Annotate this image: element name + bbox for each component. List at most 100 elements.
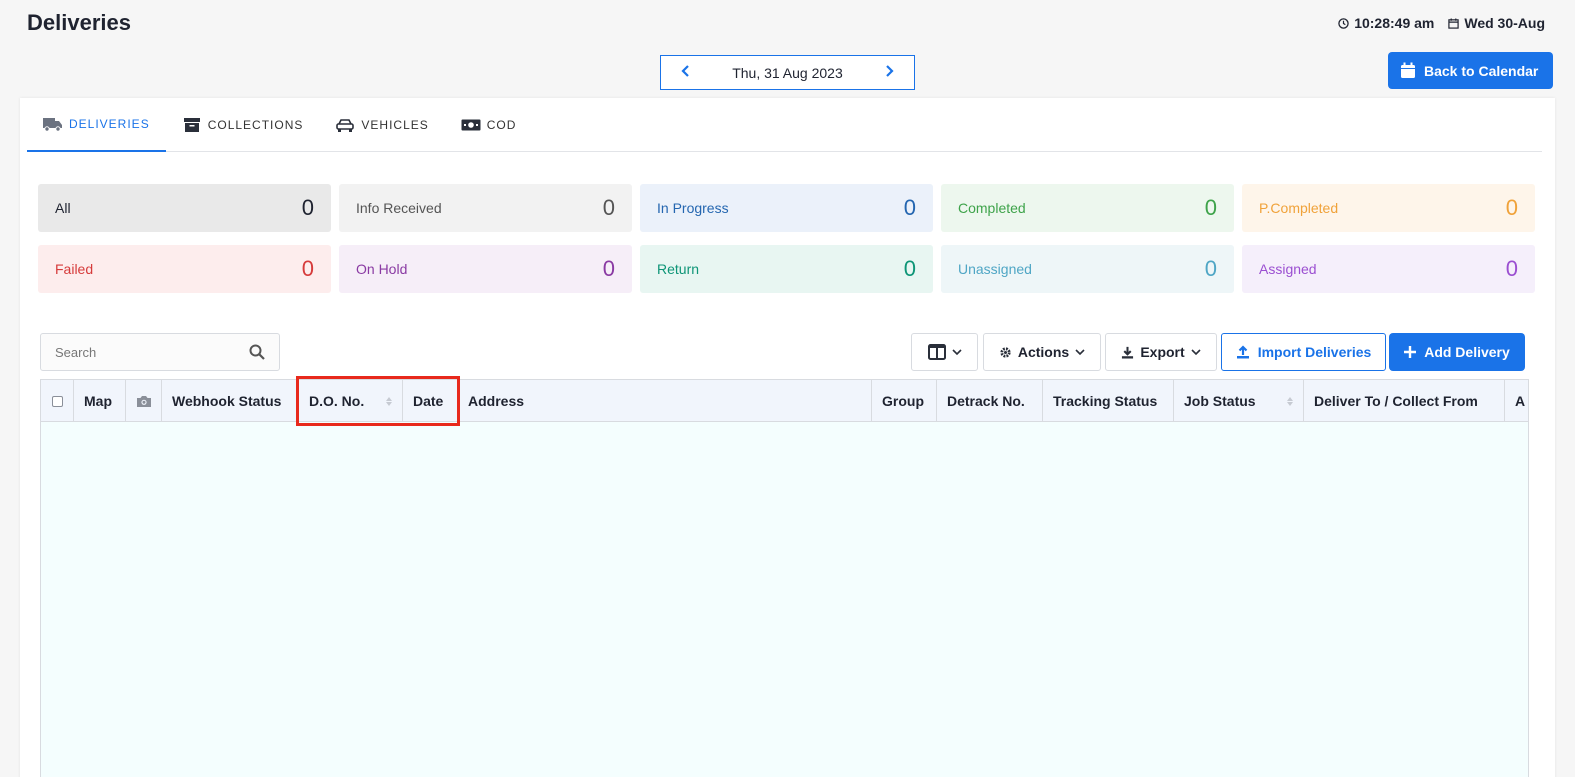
column-label: Tracking Status [1053,393,1158,409]
status-label: Info Received [356,200,442,216]
column-label: Date [413,393,444,409]
camera-icon [136,395,151,407]
status-card-assigned[interactable]: Assigned 0 [1242,245,1535,293]
add-delivery-label: Add Delivery [1424,344,1510,360]
prev-day-button[interactable] [679,64,693,82]
export-label: Export [1140,344,1185,360]
column-header-group[interactable]: Group [872,380,937,422]
column-header-detrack-no[interactable]: Detrack No. [937,380,1043,422]
tab-label: COLLECTIONS [207,118,304,132]
column-header-webhook-status[interactable]: Webhook Status [162,380,299,422]
status-summary: All 0 Info Received 0 In Progress 0 Completed 0… [38,184,1535,293]
time-display: 10:28:49 am [1338,15,1434,31]
column-header-date[interactable]: Date [403,380,458,422]
status-card-all[interactable]: All 0 [38,184,331,232]
download-icon [1122,346,1134,359]
chevron-down-icon [1191,349,1201,356]
calendar-icon [1401,62,1415,78]
status-card-failed[interactable]: Failed 0 [38,245,331,293]
status-count: 0 [903,195,916,220]
column-label: Map [84,393,112,409]
column-header-map[interactable]: Map [74,380,126,422]
select-all-checkbox[interactable] [41,380,74,422]
status-count: 0 [602,195,615,220]
next-day-button[interactable] [882,64,896,82]
tab-collections[interactable]: COLLECTIONS [166,98,320,152]
chevron-down-icon [951,349,962,356]
status-card-on-hold[interactable]: On Hold 0 [339,245,632,293]
tab-label: VEHICLES [361,118,429,132]
status-label: In Progress [657,200,729,216]
column-label: Detrack No. [947,393,1025,409]
main-panel: DELIVERIES COLLECTIONS VEHICLES COD All 0… [20,98,1555,777]
car-icon [336,119,355,132]
status-label: Failed [55,261,94,277]
actions-button[interactable]: Actions [983,333,1101,371]
status-card-completed[interactable]: Completed 0 [941,184,1234,232]
clock-icon [1338,17,1349,29]
column-header-photo[interactable] [126,380,162,422]
export-button[interactable]: Export [1105,333,1217,371]
archive-icon [183,118,200,132]
status-label: P.Completed [1259,200,1339,216]
status-count: 0 [1505,256,1518,281]
status-label: All [55,200,71,216]
selected-date[interactable]: Thu, 31 Aug 2023 [732,65,843,81]
search-input[interactable] [55,344,225,360]
status-label: Assigned [1259,261,1317,277]
plus-icon [1404,346,1417,358]
time-text: 10:28:49 am [1354,15,1435,31]
status-card-p-completed[interactable]: P.Completed 0 [1242,184,1535,232]
tab-cod[interactable]: COD [445,98,533,152]
tab-deliveries[interactable]: DELIVERIES [27,98,166,152]
status-card-unassigned[interactable]: Unassigned 0 [941,245,1234,293]
import-deliveries-button[interactable]: Import Deliveries [1221,333,1386,371]
page-title: Deliveries [27,10,131,35]
sort-icon [386,396,392,406]
status-count: 0 [301,256,314,281]
upload-icon [1236,345,1249,359]
cash-icon [461,119,481,131]
column-header-job-status[interactable]: Job Status [1174,380,1304,422]
status-card-in-progress[interactable]: In Progress 0 [640,184,933,232]
gear-icon [1000,346,1011,358]
column-header-truncated[interactable]: A [1505,380,1528,422]
column-label: Webhook Status [172,393,282,409]
add-delivery-button[interactable]: Add Delivery [1389,333,1525,371]
column-header-tracking-status[interactable]: Tracking Status [1043,380,1174,422]
back-to-calendar-button[interactable]: Back to Calendar [1388,52,1553,89]
column-label: D.O. No. [309,393,365,409]
status-count: 0 [1505,195,1518,220]
chevron-left-icon [681,64,689,77]
calendar-icon [1448,17,1460,29]
search-box [40,333,280,371]
column-header-deliver-to[interactable]: Deliver To / Collect From [1304,380,1505,422]
status-card-return[interactable]: Return 0 [640,245,933,293]
status-card-info-received[interactable]: Info Received 0 [339,184,632,232]
column-label: A [1515,393,1526,409]
sort-icon [1287,396,1293,406]
tab-label: DELIVERIES [69,117,150,131]
column-label: Deliver To / Collect From [1314,393,1478,409]
checkbox-icon [51,395,63,407]
chevron-right-icon [886,64,894,77]
column-toggle-button[interactable] [911,333,978,371]
search-icon[interactable] [249,344,265,360]
tab-vehicles[interactable]: VEHICLES [319,98,444,152]
status-count: 0 [301,195,314,220]
columns-icon [927,344,946,360]
status-count: 0 [903,256,916,281]
table-header: Map Webhook Status D.O. No. Date Address… [41,380,1528,422]
deliveries-table: Map Webhook Status D.O. No. Date Address… [40,379,1529,777]
import-label: Import Deliveries [1257,344,1372,360]
status-label: Unassigned [958,261,1032,277]
status-label: Completed [958,200,1026,216]
column-label: Job Status [1184,393,1256,409]
status-count: 0 [1204,195,1217,220]
column-header-do-no[interactable]: D.O. No. [299,380,403,422]
column-header-address[interactable]: Address [458,380,872,422]
actions-label: Actions [1017,344,1070,360]
status-count: 0 [602,256,615,281]
truck-icon [43,118,62,132]
clock: 10:28:49 am Wed 30-Aug [1338,15,1545,31]
